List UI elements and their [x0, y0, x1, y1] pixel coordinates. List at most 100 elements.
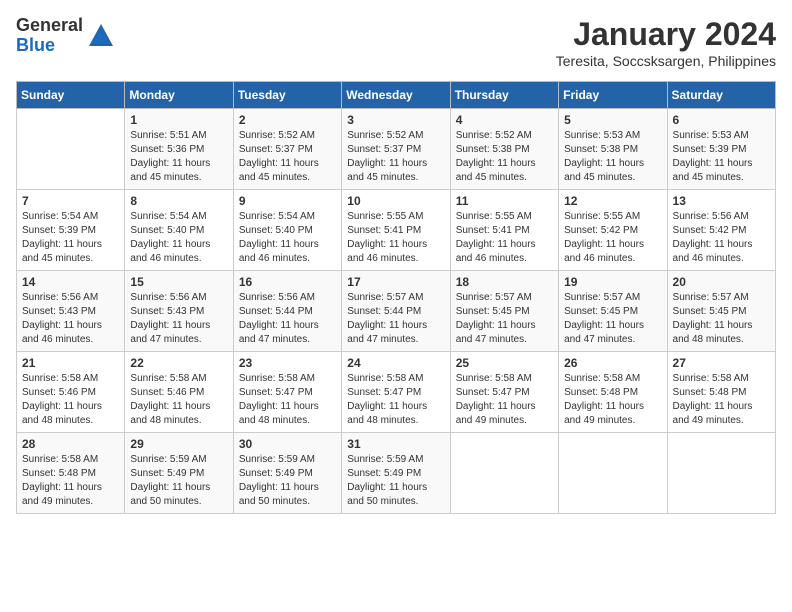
day-info: Sunrise: 5:56 AM Sunset: 5:43 PM Dayligh…	[22, 291, 119, 347]
calendar-cell: 13 Sunrise: 5:56 AM Sunset: 5:42 PM Dayli…	[667, 190, 775, 271]
day-number: 18	[456, 275, 553, 289]
calendar-cell: 30Sunrise: 5:59 AM Sunset: 5:49 PM Dayli…	[233, 433, 341, 514]
calendar-week-row: 1Sunrise: 5:51 AM Sunset: 5:36 PM Daylig…	[17, 109, 776, 190]
day-number: 26	[564, 356, 661, 370]
day-info: Sunrise: 5:56 AM Sunset: 5:44 PM Dayligh…	[239, 291, 336, 347]
calendar-cell	[450, 433, 558, 514]
day-info: Sunrise: 5:58 AM Sunset: 5:48 PM Dayligh…	[673, 372, 770, 428]
calendar-week-row: 14 Sunrise: 5:56 AM Sunset: 5:43 PM Dayli…	[17, 271, 776, 352]
calendar-cell: 25 Sunrise: 5:58 AM Sunset: 5:47 PM Dayli…	[450, 352, 558, 433]
calendar-cell: 4Sunrise: 5:52 AM Sunset: 5:38 PM Daylig…	[450, 109, 558, 190]
calendar-week-row: 21 Sunrise: 5:58 AM Sunset: 5:46 PM Dayli…	[17, 352, 776, 433]
day-info: Sunrise: 5:58 AM Sunset: 5:47 PM Dayligh…	[239, 372, 336, 428]
day-number: 29	[130, 437, 227, 451]
calendar-cell: 3 Sunrise: 5:52 AM Sunset: 5:37 PM Daylig…	[342, 109, 450, 190]
day-number: 14	[22, 275, 119, 289]
day-number: 2	[239, 113, 336, 127]
calendar-table: SundayMondayTuesdayWednesdayThursdayFrid…	[16, 81, 776, 514]
calendar-body: 1Sunrise: 5:51 AM Sunset: 5:36 PM Daylig…	[17, 109, 776, 514]
day-header-friday: Friday	[559, 82, 667, 109]
day-info: Sunrise: 5:55 AM Sunset: 5:42 PM Dayligh…	[564, 210, 661, 266]
day-info: Sunrise: 5:52 AM Sunset: 5:38 PM Dayligh…	[456, 129, 553, 185]
day-info: Sunrise: 5:53 AM Sunset: 5:38 PM Dayligh…	[564, 129, 661, 185]
calendar-cell	[17, 109, 125, 190]
day-header-wednesday: Wednesday	[342, 82, 450, 109]
calendar-cell: 12 Sunrise: 5:55 AM Sunset: 5:42 PM Dayli…	[559, 190, 667, 271]
calendar-cell: 9 Sunrise: 5:54 AM Sunset: 5:40 PM Daylig…	[233, 190, 341, 271]
calendar-cell: 18 Sunrise: 5:57 AM Sunset: 5:45 PM Dayli…	[450, 271, 558, 352]
calendar-cell: 17 Sunrise: 5:57 AM Sunset: 5:44 PM Dayli…	[342, 271, 450, 352]
day-header-monday: Monday	[125, 82, 233, 109]
day-number: 24	[347, 356, 444, 370]
calendar-cell: 27 Sunrise: 5:58 AM Sunset: 5:48 PM Dayli…	[667, 352, 775, 433]
day-number: 28	[22, 437, 119, 451]
day-info: Sunrise: 5:54 AM Sunset: 5:40 PM Dayligh…	[130, 210, 227, 266]
day-number: 3	[347, 113, 444, 127]
day-info: Sunrise: 5:56 AM Sunset: 5:43 PM Dayligh…	[130, 291, 227, 347]
day-number: 6	[673, 113, 770, 127]
day-number: 20	[673, 275, 770, 289]
calendar-cell: 20 Sunrise: 5:57 AM Sunset: 5:45 PM Dayli…	[667, 271, 775, 352]
day-number: 15	[130, 275, 227, 289]
calendar-cell: 24Sunrise: 5:58 AM Sunset: 5:47 PM Dayli…	[342, 352, 450, 433]
calendar-cell: 28 Sunrise: 5:58 AM Sunset: 5:48 PM Dayli…	[17, 433, 125, 514]
day-info: Sunrise: 5:58 AM Sunset: 5:47 PM Dayligh…	[456, 372, 553, 428]
day-number: 16	[239, 275, 336, 289]
day-info: Sunrise: 5:51 AM Sunset: 5:36 PM Dayligh…	[130, 129, 227, 185]
calendar-cell: 8Sunrise: 5:54 AM Sunset: 5:40 PM Daylig…	[125, 190, 233, 271]
month-year-title: January 2024	[556, 16, 776, 53]
day-info: Sunrise: 5:55 AM Sunset: 5:41 PM Dayligh…	[347, 210, 444, 266]
day-number: 19	[564, 275, 661, 289]
day-info: Sunrise: 5:52 AM Sunset: 5:37 PM Dayligh…	[239, 129, 336, 185]
day-number: 7	[22, 194, 119, 208]
day-number: 12	[564, 194, 661, 208]
day-number: 9	[239, 194, 336, 208]
day-number: 13	[673, 194, 770, 208]
calendar-cell	[667, 433, 775, 514]
day-info: Sunrise: 5:54 AM Sunset: 5:39 PM Dayligh…	[22, 210, 119, 266]
day-info: Sunrise: 5:54 AM Sunset: 5:40 PM Dayligh…	[239, 210, 336, 266]
day-info: Sunrise: 5:58 AM Sunset: 5:48 PM Dayligh…	[564, 372, 661, 428]
calendar-cell: 10 Sunrise: 5:55 AM Sunset: 5:41 PM Dayli…	[342, 190, 450, 271]
day-info: Sunrise: 5:52 AM Sunset: 5:37 PM Dayligh…	[347, 129, 444, 185]
calendar-header-row: SundayMondayTuesdayWednesdayThursdayFrid…	[17, 82, 776, 109]
calendar-cell: 5Sunrise: 5:53 AM Sunset: 5:38 PM Daylig…	[559, 109, 667, 190]
day-info: Sunrise: 5:55 AM Sunset: 5:41 PM Dayligh…	[456, 210, 553, 266]
logo-blue-text: Blue	[16, 36, 83, 56]
calendar-cell: 2 Sunrise: 5:52 AM Sunset: 5:37 PM Daylig…	[233, 109, 341, 190]
day-number: 10	[347, 194, 444, 208]
calendar-cell: 29Sunrise: 5:59 AM Sunset: 5:49 PM Dayli…	[125, 433, 233, 514]
day-info: Sunrise: 5:57 AM Sunset: 5:45 PM Dayligh…	[456, 291, 553, 347]
day-info: Sunrise: 5:57 AM Sunset: 5:44 PM Dayligh…	[347, 291, 444, 347]
logo: General Blue	[16, 16, 115, 56]
day-number: 27	[673, 356, 770, 370]
title-block: January 2024 Teresita, Soccsksargen, Phi…	[556, 16, 776, 69]
calendar-cell: 7 Sunrise: 5:54 AM Sunset: 5:39 PM Daylig…	[17, 190, 125, 271]
page-header: General Blue January 2024 Teresita, Socc…	[16, 16, 776, 69]
day-number: 31	[347, 437, 444, 451]
calendar-cell: 14 Sunrise: 5:56 AM Sunset: 5:43 PM Dayli…	[17, 271, 125, 352]
day-info: Sunrise: 5:56 AM Sunset: 5:42 PM Dayligh…	[673, 210, 770, 266]
day-number: 22	[130, 356, 227, 370]
day-info: Sunrise: 5:58 AM Sunset: 5:48 PM Dayligh…	[22, 453, 119, 509]
calendar-cell: 26 Sunrise: 5:58 AM Sunset: 5:48 PM Dayli…	[559, 352, 667, 433]
location-subtitle: Teresita, Soccsksargen, Philippines	[556, 53, 776, 69]
day-number: 23	[239, 356, 336, 370]
calendar-week-row: 28 Sunrise: 5:58 AM Sunset: 5:48 PM Dayli…	[17, 433, 776, 514]
day-info: Sunrise: 5:58 AM Sunset: 5:46 PM Dayligh…	[22, 372, 119, 428]
calendar-cell: 23 Sunrise: 5:58 AM Sunset: 5:47 PM Dayli…	[233, 352, 341, 433]
day-header-thursday: Thursday	[450, 82, 558, 109]
day-info: Sunrise: 5:53 AM Sunset: 5:39 PM Dayligh…	[673, 129, 770, 185]
calendar-cell: 15 Sunrise: 5:56 AM Sunset: 5:43 PM Dayli…	[125, 271, 233, 352]
calendar-cell: 6 Sunrise: 5:53 AM Sunset: 5:39 PM Daylig…	[667, 109, 775, 190]
day-info: Sunrise: 5:57 AM Sunset: 5:45 PM Dayligh…	[673, 291, 770, 347]
day-number: 30	[239, 437, 336, 451]
day-number: 11	[456, 194, 553, 208]
day-number: 21	[22, 356, 119, 370]
day-number: 17	[347, 275, 444, 289]
day-header-saturday: Saturday	[667, 82, 775, 109]
calendar-cell: 16 Sunrise: 5:56 AM Sunset: 5:44 PM Dayli…	[233, 271, 341, 352]
day-number: 25	[456, 356, 553, 370]
calendar-cell: 11 Sunrise: 5:55 AM Sunset: 5:41 PM Dayli…	[450, 190, 558, 271]
day-header-sunday: Sunday	[17, 82, 125, 109]
